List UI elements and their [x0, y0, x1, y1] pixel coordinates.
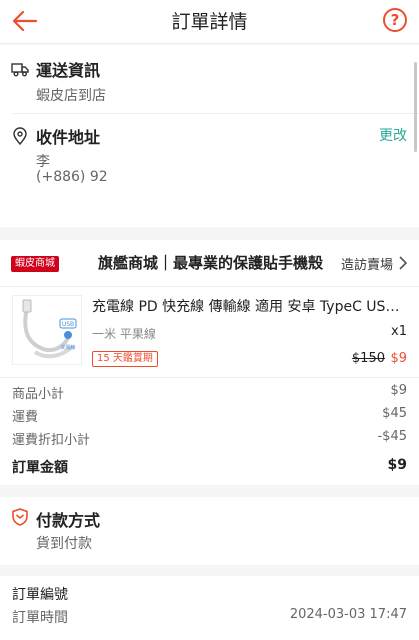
- shop-name[interactable]: 旗艦商城｜最專業的保護貼手機殼: [98, 252, 324, 273]
- shield-payment-icon: [12, 508, 28, 526]
- summary-value: $45: [382, 406, 407, 421]
- order-time-value: 2024-03-03 17:47: [289, 607, 407, 622]
- usb-label: USB: [62, 321, 74, 328]
- summary-value: $9: [390, 383, 407, 398]
- address-title: 收件地址: [36, 128, 101, 147]
- divider: [0, 286, 419, 287]
- summary-label: 訂單金額: [12, 460, 68, 476]
- shipping-title: 運送資訊: [36, 61, 101, 80]
- change-address-link[interactable]: 更改: [379, 125, 407, 145]
- product-quantity: x1: [391, 324, 407, 339]
- summary-row-shipping: 運費 $45: [12, 406, 407, 428]
- order-number-label: 訂單編號: [12, 587, 68, 603]
- charge-label: 充電線: [60, 344, 75, 351]
- recipient-phone: (+886) 92: [36, 169, 108, 185]
- cable-image: USB 充電線: [22, 299, 77, 359]
- truck-icon: [11, 63, 29, 77]
- top-app-bar: 訂單詳情 ?: [0, 0, 419, 44]
- summary-row-total: 訂單金額 $9: [12, 457, 407, 479]
- summary-row-subtotal: 商品小計 $9: [12, 383, 407, 405]
- shipping-method: 蝦皮店到店: [36, 88, 106, 104]
- sale-price: $9: [390, 351, 407, 366]
- order-info-section: 訂單編號 訂單時間 2024-03-03 17:47: [0, 576, 419, 640]
- order-time-row: 訂單時間 2024-03-03 17:47: [12, 607, 407, 627]
- divider: [12, 113, 419, 114]
- payment-section: 付款方式 貨到付款: [0, 497, 419, 565]
- shipping-section: 運送資訊 蝦皮店到店 收件地址 更改 李 (+886) 92: [0, 45, 419, 227]
- summary-value: -$45: [377, 429, 407, 444]
- summary-row-shipping-discount: 運費折扣小計 -$45: [12, 429, 407, 451]
- divider: [0, 377, 419, 378]
- visit-shop-button[interactable]: 造訪賣場: [341, 254, 393, 273]
- payment-title: 付款方式: [36, 511, 101, 530]
- summary-label: 運費: [12, 410, 39, 425]
- order-time-label: 訂單時間: [12, 610, 68, 626]
- mall-badge: 蝦皮商城: [11, 256, 59, 272]
- product-variant: 一米 平果線: [92, 327, 156, 341]
- scrollbar[interactable]: [414, 62, 417, 152]
- order-items-section: 蝦皮商城 旗艦商城｜最專業的保護貼手機殼 造訪賣場 USB 充電線 充電線 PD…: [0, 240, 419, 485]
- payment-method: 貨到付款: [36, 536, 92, 552]
- original-price: $150: [351, 351, 385, 366]
- location-pin-icon: [13, 127, 27, 145]
- summary-label: 商品小計: [12, 387, 65, 402]
- return-period-badge: 15 天鑑賞期: [92, 351, 158, 367]
- product-image[interactable]: USB 充電線: [12, 295, 82, 365]
- product-title[interactable]: 充電線 PD 快充線 傳輸線 適用 安卓 TypeC USB Lightning: [92, 296, 407, 316]
- order-number-row: 訂單編號: [12, 584, 407, 604]
- recipient-name: 李: [36, 154, 50, 170]
- summary-value: $9: [387, 457, 407, 473]
- chevron-right-icon[interactable]: [398, 256, 408, 270]
- help-icon[interactable]: ?: [383, 8, 407, 32]
- summary-label: 運費折扣小計: [12, 433, 91, 448]
- page-title: 訂單詳情: [171, 11, 248, 33]
